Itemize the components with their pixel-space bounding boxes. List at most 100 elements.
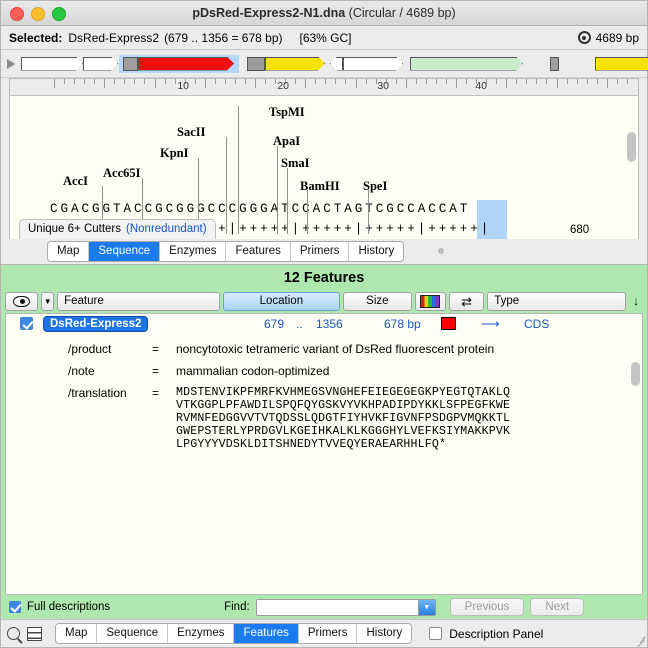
bottom-tab-sequence[interactable]: Sequence bbox=[97, 624, 169, 644]
chevron-down-icon[interactable]: ▼ bbox=[41, 292, 55, 311]
column-header-feature[interactable]: Feature bbox=[57, 292, 220, 311]
feature-visible-checkbox[interactable] bbox=[20, 317, 33, 330]
search-icon[interactable] bbox=[7, 627, 20, 641]
map-feature[interactable] bbox=[247, 56, 265, 71]
ruler-tick bbox=[365, 79, 367, 84]
find-input[interactable]: ▼ bbox=[255, 598, 436, 616]
enzyme-label[interactable]: SpeI bbox=[363, 179, 387, 194]
ruler-tick bbox=[586, 79, 588, 84]
feature-type: CDS bbox=[524, 316, 550, 331]
enzyme-leader-line bbox=[226, 137, 227, 234]
enzyme-label[interactable]: SmaI bbox=[281, 156, 309, 171]
enzyme-label[interactable]: AccI bbox=[63, 174, 88, 189]
feature-end: 1356 bbox=[316, 316, 343, 331]
ruler-tick bbox=[576, 79, 578, 84]
title-bar: pDsRed-Express2-N1.dna (Circular / 4689 … bbox=[1, 1, 647, 26]
find-bar[interactable]: Full descriptions Find: ▼ Previous Next bbox=[1, 595, 647, 619]
full-descriptions-checkbox[interactable] bbox=[9, 601, 21, 614]
qualifier-equals: = bbox=[152, 385, 160, 400]
tab-history[interactable]: History bbox=[349, 241, 404, 261]
circular-plasmid-icon bbox=[577, 31, 591, 44]
bottom-tabs[interactable]: Map Sequence Enzymes Features Primers History bbox=[55, 623, 413, 645]
sequence-body[interactable]: CGACGGTACCGCGGGCCCGGGATCCACTAGTCGCCACCAT… bbox=[10, 96, 638, 239]
map-feature[interactable] bbox=[595, 57, 648, 71]
map-feature[interactable] bbox=[343, 57, 403, 71]
sequence-scrollbar-thumb[interactable] bbox=[627, 132, 636, 162]
table-row[interactable]: DsRed-Express2 679 .. 1356 678 bp ⟶ CDS bbox=[6, 314, 642, 334]
bottom-tab-features[interactable]: Features bbox=[234, 624, 299, 644]
enzyme-label[interactable]: SacII bbox=[177, 125, 205, 140]
visibility-toggle-button[interactable] bbox=[5, 292, 39, 311]
arrow-down-icon[interactable]: ↓ bbox=[629, 292, 643, 311]
map-feature[interactable] bbox=[265, 57, 325, 71]
disclosure-triangle-icon[interactable] bbox=[7, 58, 15, 69]
enzyme-label[interactable]: KpnI bbox=[160, 146, 189, 161]
cutters-label: Unique 6+ Cutters bbox=[28, 223, 122, 235]
minimize-button[interactable] bbox=[31, 7, 45, 21]
map-feature[interactable] bbox=[123, 56, 138, 71]
column-header-type[interactable]: Type bbox=[487, 292, 627, 311]
column-header-color[interactable] bbox=[414, 292, 446, 311]
panel-resize-dot-icon[interactable] bbox=[438, 248, 445, 254]
bottom-tab-primers[interactable]: Primers bbox=[298, 624, 358, 644]
bottom-bar[interactable]: Map Sequence Enzymes Features Primers History… bbox=[1, 619, 647, 648]
column-header-size[interactable]: Size bbox=[343, 292, 412, 311]
split-view-icon[interactable] bbox=[27, 626, 42, 641]
enzyme-label[interactable]: BamHI bbox=[300, 179, 340, 194]
next-button[interactable]: Next bbox=[530, 598, 585, 617]
column-header-location[interactable]: Location bbox=[222, 292, 341, 311]
upper-tabs[interactable]: Map Sequence Enzymes Features Primers History bbox=[47, 240, 405, 262]
bottom-tab-map[interactable]: Map bbox=[56, 624, 98, 644]
map-feature[interactable] bbox=[330, 56, 343, 71]
top-strand[interactable]: CGACGGTACCGCGGGCCCGGGATCCACTAGTCGCCACCAT bbox=[50, 202, 470, 216]
tab-enzymes[interactable]: Enzymes bbox=[160, 241, 227, 261]
plasmid-map-strip[interactable] bbox=[1, 50, 647, 78]
enzyme-leader-line bbox=[277, 146, 278, 234]
ruler-tick bbox=[255, 79, 256, 88]
sequence-pane[interactable]: 10 20 30 40 CGACGGTACCGCGGGCCCGGGATCCACTAGT… bbox=[9, 78, 639, 239]
ruler-tick bbox=[425, 79, 427, 84]
feature-name[interactable]: DsRed-Express2 bbox=[43, 315, 149, 332]
enzyme-label[interactable]: Acc65I bbox=[103, 166, 141, 181]
map-feature[interactable] bbox=[21, 57, 83, 71]
ruler-label: 10 bbox=[177, 80, 189, 92]
ruler-tick bbox=[626, 79, 628, 84]
previous-button[interactable]: Previous bbox=[449, 598, 525, 617]
upper-tab-bar[interactable]: Map Sequence Enzymes Features Primers History bbox=[1, 238, 647, 265]
resize-grip-icon[interactable] bbox=[634, 634, 646, 648]
bottom-tab-history[interactable]: History bbox=[357, 624, 412, 644]
cutters-mode[interactable]: (Nonredundant) bbox=[126, 223, 207, 235]
tab-sequence[interactable]: Sequence bbox=[89, 241, 161, 261]
enzyme-label[interactable]: TspMI bbox=[269, 105, 305, 120]
feature-range-dots: .. bbox=[296, 316, 303, 331]
close-button[interactable] bbox=[10, 7, 24, 21]
selected-feature-name: DsRed-Express2 bbox=[68, 30, 160, 45]
map-feature[interactable] bbox=[138, 57, 234, 71]
qualifier-translation: /translation = MDSTENVIKPFMRFKVHMEGSVNGH… bbox=[6, 386, 642, 452]
total-length: 4689 bp bbox=[595, 30, 639, 45]
feature-list-scrollbar-thumb[interactable] bbox=[631, 361, 640, 386]
ruler-tick bbox=[546, 79, 548, 84]
zoom-button[interactable] bbox=[52, 7, 66, 21]
ruler-tick bbox=[506, 79, 508, 88]
tab-primers[interactable]: Primers bbox=[290, 241, 350, 261]
description-panel-checkbox[interactable] bbox=[429, 627, 443, 641]
ruler-tick bbox=[335, 79, 337, 84]
cutters-tab[interactable]: Unique 6+ Cutters (Nonredundant) bbox=[19, 218, 216, 239]
feature-color-swatch[interactable] bbox=[441, 317, 456, 330]
map-feature[interactable] bbox=[83, 57, 118, 71]
ruler-tick bbox=[214, 79, 216, 84]
tab-features[interactable]: Features bbox=[226, 241, 291, 261]
ruler-tick bbox=[244, 79, 246, 84]
bottom-tab-enzymes[interactable]: Enzymes bbox=[168, 624, 235, 644]
map-feature[interactable] bbox=[410, 57, 523, 71]
column-header-direction[interactable]: ⇄ bbox=[448, 292, 485, 311]
map-feature[interactable] bbox=[550, 56, 559, 71]
chevron-down-icon[interactable]: ▼ bbox=[417, 599, 435, 615]
feature-list[interactable]: DsRed-Express2 679 .. 1356 678 bp ⟶ CDS … bbox=[5, 312, 643, 596]
tab-map[interactable]: Map bbox=[48, 241, 90, 261]
ruler-tick bbox=[124, 79, 126, 84]
ruler-tick bbox=[315, 79, 317, 84]
features-column-header[interactable]: ▼ Feature Location Size ⇄ Type ↓ bbox=[1, 291, 647, 313]
map-track[interactable] bbox=[20, 54, 641, 73]
